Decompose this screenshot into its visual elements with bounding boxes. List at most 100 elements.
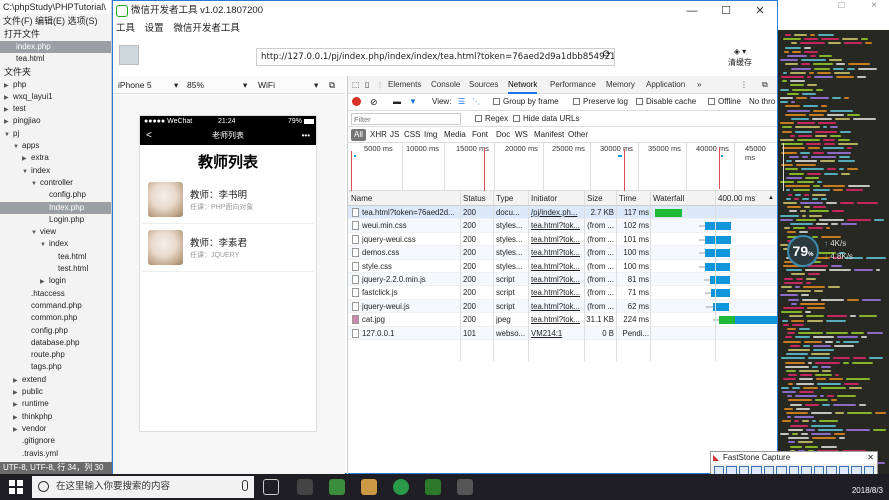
cell-name[interactable]: fastclick.js (362, 286, 460, 299)
more-icon[interactable]: ••• (302, 127, 310, 145)
open-file-item[interactable]: index.php (0, 41, 111, 54)
tree-item[interactable]: ▶ public (0, 386, 111, 398)
tree-item[interactable]: ▶ php (0, 79, 111, 91)
table-row[interactable]: demos.css 200 styles... tea.html?tok... (fro… (348, 246, 777, 260)
chevron-icon[interactable]: ▶ (40, 276, 49, 288)
tree-item[interactable]: ▶ login (0, 275, 111, 287)
refresh-icon[interactable]: ⟳ (601, 49, 613, 63)
cell-name[interactable]: jquery-2.2.0.min.js (362, 273, 460, 286)
dock-icon[interactable]: ⧉ (762, 76, 768, 94)
sort-icon[interactable]: ▲ (768, 191, 774, 206)
table-row[interactable]: style.css 200 styles... tea.html?tok... (fro… (348, 260, 777, 273)
tree-item[interactable]: ▼ index (0, 165, 111, 177)
network-select[interactable]: WiFi ▾ (258, 79, 318, 91)
tab-memory[interactable]: Memory (606, 76, 635, 94)
tree-item[interactable]: route.php (0, 349, 111, 361)
chevron-icon[interactable]: ▶ (13, 399, 22, 411)
waterfall-view-icon[interactable]: ⋱ (472, 94, 480, 110)
cell-initiator[interactable]: tea.html?tok... (531, 300, 586, 313)
column-header-size[interactable]: Size (587, 191, 603, 206)
menu-settings[interactable]: 设置 (145, 23, 164, 34)
tab-[interactable]: » (697, 76, 701, 94)
rotate-icon[interactable]: ⧉ (329, 79, 341, 91)
tab-sources[interactable]: Sources (469, 76, 498, 94)
tree-item[interactable]: ▼ index (0, 238, 111, 250)
table-row[interactable]: jquery-weui.js 200 script tea.html?tok... (f… (348, 299, 777, 314)
column-header-status[interactable]: Status (463, 191, 486, 206)
tree-item[interactable]: config.php (0, 189, 111, 201)
column-header-waterfall[interactable]: Waterfall (653, 191, 684, 206)
taskbar-app-icon[interactable] (393, 479, 409, 495)
tree-item[interactable]: tea.html (0, 251, 111, 263)
taskbar-app-icon[interactable] (297, 479, 313, 495)
table-row[interactable]: weui.min.css 200 styles... tea.html?tok...(… (348, 219, 777, 233)
table-row[interactable]: tea.html?token=76aed2d... 200 docu... /pj/i… (348, 206, 777, 220)
chevron-icon[interactable]: ▼ (4, 129, 13, 141)
tree-item[interactable]: ▶ extra (0, 152, 111, 164)
type-filter-other[interactable]: Other (568, 127, 588, 143)
cell-initiator[interactable]: tea.html?tok... (531, 260, 586, 273)
tree-item[interactable]: config.php (0, 325, 111, 337)
table-row[interactable]: cat.jpg 200 jpeg tea.html?tok... 31.1 KB 224 … (348, 313, 777, 327)
disable-cache-checkbox[interactable]: Disable cache (636, 94, 696, 110)
cell-initiator[interactable]: tea.html?tok... (531, 246, 586, 259)
tree-item[interactable]: ▼ controller (0, 177, 111, 189)
list-view-icon[interactable]: ☰ (458, 94, 465, 110)
tree-item[interactable]: command.php (0, 300, 111, 312)
tree-item[interactable]: .htaccess (0, 288, 111, 300)
offline-checkbox[interactable]: Offline (708, 94, 741, 110)
group-by-frame-checkbox[interactable]: Group by frame (493, 94, 559, 110)
column-header-initiator[interactable]: Initiator (531, 191, 557, 206)
cell-initiator[interactable]: tea.html?tok... (531, 313, 586, 326)
chevron-icon[interactable]: ▼ (40, 239, 49, 251)
cell-name[interactable]: jquery-weui.js (362, 300, 460, 313)
type-filter-media[interactable]: Media (444, 127, 466, 143)
hide-data-urls-checkbox[interactable]: Hide data URLs (513, 111, 579, 127)
tab-application[interactable]: Application (646, 76, 685, 94)
cell-name[interactable]: cat.jpg (362, 313, 460, 326)
cell-name[interactable]: weui.min.css (362, 219, 460, 232)
cell-name[interactable]: demos.css (362, 246, 460, 259)
column-header-type[interactable]: Type (496, 191, 513, 206)
taskbar-wechat-dev-icon[interactable] (329, 479, 345, 495)
type-filter-ws[interactable]: WS (515, 127, 528, 143)
table-row[interactable]: jquery-weui.css 200 styles... tea.html?tok.… (348, 233, 777, 247)
cell-initiator[interactable]: VM214:1 (531, 327, 586, 340)
preserve-log-checkbox[interactable]: Preserve log (573, 94, 628, 110)
inspect-icon[interactable]: ⬚ (352, 76, 360, 94)
tab-elements[interactable]: Elements (388, 76, 421, 94)
windows-start-icon[interactable] (9, 480, 23, 494)
tree-item[interactable]: .gitignore (0, 435, 111, 447)
close-icon[interactable]: ✕ (743, 1, 777, 21)
tree-item[interactable]: ▶ test (0, 103, 111, 115)
back-icon[interactable]: < (146, 127, 152, 145)
menu-dots-icon[interactable]: ⋮ (740, 76, 748, 94)
tab-performance[interactable]: Performance (550, 76, 596, 94)
tree-item[interactable]: tags.php (0, 361, 111, 373)
regex-checkbox[interactable]: Regex (475, 111, 508, 127)
taskbar-app-icon[interactable] (361, 479, 377, 495)
record-icon[interactable] (352, 97, 361, 106)
cell-name[interactable]: style.css (362, 260, 460, 273)
task-view-icon[interactable] (263, 479, 279, 495)
column-header-waterfall-scale[interactable]: 400.00 ms (718, 191, 755, 206)
url-field[interactable]: http://127.0.0.1/pj/index.php/index/inde… (256, 48, 615, 66)
clear-cache-button[interactable]: ◈ ▾ 清缓存 (723, 46, 757, 72)
cell-initiator[interactable]: tea.html?tok... (531, 233, 586, 246)
faststone-close-icon[interactable]: ✕ (867, 452, 874, 464)
clear-icon[interactable]: ⊘ (370, 94, 378, 110)
editor-menu[interactable]: 文件(F) 编辑(E) 选项(S) (0, 14, 111, 28)
filter-icon[interactable]: ▼ (409, 94, 417, 110)
zoom-select[interactable]: 85% ▾ (187, 79, 247, 91)
type-filter-xhr[interactable]: XHR (370, 127, 387, 143)
taskbar-search[interactable]: 在这里输入你要搜索的内容 (32, 476, 254, 498)
overview-timeline[interactable]: 5000 ms 10000 ms 15000 ms 20000 ms 25000 ms 3… (348, 143, 784, 191)
device-select[interactable]: iPhone 5 ▾ (118, 79, 178, 91)
type-filter-img[interactable]: Img (424, 127, 437, 143)
teacher-card[interactable]: 教师：李素君 任课：JQUERY (142, 224, 314, 272)
chevron-icon[interactable]: ▶ (22, 153, 31, 165)
menu-tools[interactable]: 工具 (116, 23, 135, 34)
cell-name[interactable]: tea.html?token=76aed2d... (362, 206, 460, 219)
open-file-item[interactable]: tea.html (0, 53, 111, 65)
chevron-icon[interactable]: ▼ (31, 227, 40, 239)
